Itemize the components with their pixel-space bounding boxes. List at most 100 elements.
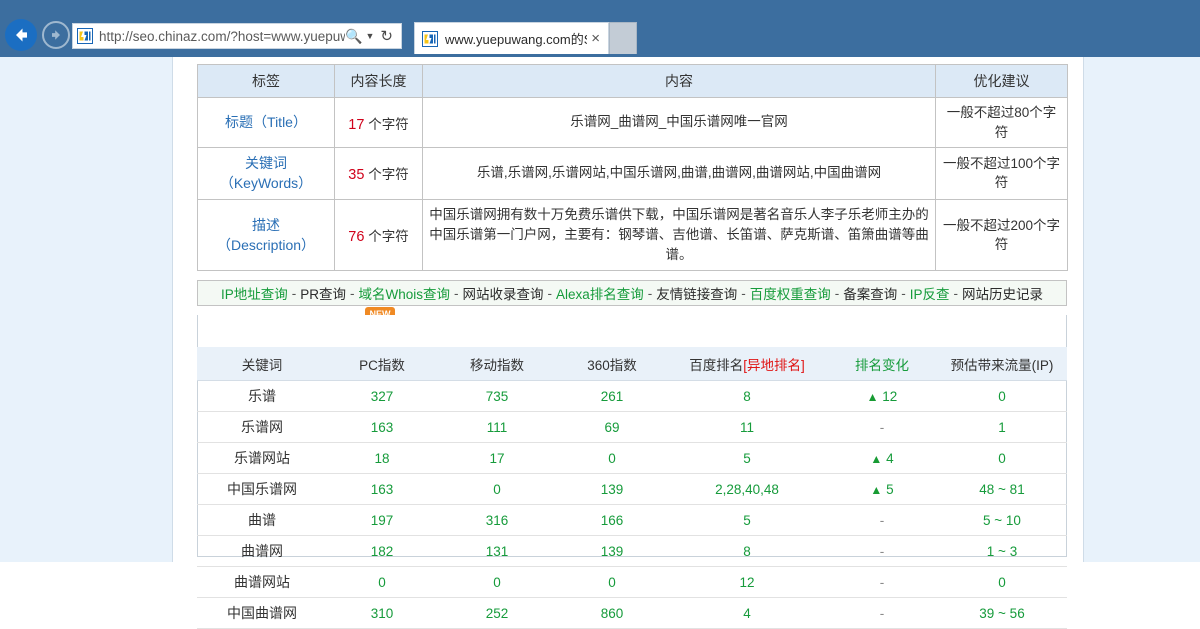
chevron-down-icon[interactable]: ▼ — [366, 31, 375, 41]
keyword-name-cell[interactable]: 中国乐谱网 — [197, 474, 327, 505]
seo-tool-link[interactable]: 备案查询 — [843, 283, 897, 303]
meta-header-tag: 标签 — [198, 65, 335, 98]
keyword-table-header-cell: 百度排名[异地排名] — [667, 347, 827, 381]
keyword-table-header-row: 关键词PC指数移动指数360指数百度排名[异地排名]排名变化预估带来流量(IP) — [197, 347, 1067, 381]
s360-index-cell: 0 — [557, 443, 667, 474]
arrow-up-icon: ▲ — [870, 452, 882, 466]
s360-index-cell: 166 — [557, 505, 667, 536]
seo-tool-link[interactable]: 百度权重查询 — [750, 283, 831, 303]
mobile-index-cell: 0 — [437, 567, 557, 598]
estimated-traffic-cell: 0 — [937, 381, 1067, 412]
browser-tab[interactable]: www.yuepuwang.com的S... × — [414, 22, 609, 54]
seo-tool-link[interactable]: 网站收录查询 — [463, 283, 544, 303]
keyword-table-header-cell: 移动指数 — [437, 347, 557, 381]
keyword-name-cell[interactable]: 曲谱网站 — [197, 567, 327, 598]
keyword-name-cell[interactable]: 中国曲谱网 — [197, 598, 327, 629]
meta-row-tip: 一般不超过100个字符 — [936, 148, 1068, 200]
chinaz-favicon-icon — [422, 31, 438, 47]
meta-table-row: 标题（Title）17 个字符乐谱网_曲谱网_中国乐谱网唯一官网一般不超过80个… — [198, 98, 1068, 148]
close-icon[interactable]: × — [587, 31, 604, 46]
seo-tools-links-bar: IP地址查询-PR查询-域名Whois查询-网站收录查询-Alexa排名查询-友… — [197, 280, 1067, 306]
chinaz-favicon-icon — [77, 28, 93, 44]
meta-header-length: 内容长度 — [335, 65, 423, 98]
pc-index-cell: 327 — [327, 381, 437, 412]
meta-row-content: 乐谱网_曲谱网_中国乐谱网唯一官网 — [423, 98, 936, 148]
address-bar[interactable]: http://seo.chinaz.com/?host=www.yuepuwan… — [72, 23, 402, 49]
seo-tool-link[interactable]: 网站历史记录 — [962, 283, 1043, 303]
browser-tab-title: www.yuepuwang.com的S... — [445, 29, 587, 48]
mobile-index-cell: 316 — [437, 505, 557, 536]
link-separator: - — [288, 286, 301, 301]
keyword-table-header-cell: 预估带来流量(IP) — [937, 347, 1067, 381]
seo-tool-link[interactable]: IP地址查询 — [221, 283, 288, 303]
table-row: 乐谱3277352618▲ 120 — [197, 381, 1067, 412]
rank-change-cell: - — [827, 567, 937, 598]
baidu-rank-cell: 12 — [667, 567, 827, 598]
link-separator: - — [831, 286, 844, 301]
meta-row-length: 17 个字符 — [335, 98, 423, 148]
browser-chrome: http://seo.chinaz.com/?host=www.yuepuwan… — [0, 0, 1200, 57]
meta-row-length: 35 个字符 — [335, 148, 423, 200]
rank-change-cell: ▲ 4 — [827, 443, 937, 474]
keyword-name-cell[interactable]: 乐谱 — [197, 381, 327, 412]
link-separator: - — [346, 286, 359, 301]
meta-row-tip: 一般不超过80个字符 — [936, 98, 1068, 148]
baidu-rank-cell: 5 — [667, 443, 827, 474]
s360-index-cell: 860 — [557, 598, 667, 629]
seo-tool-link[interactable]: PR查询 — [300, 283, 346, 303]
meta-table-row: 描述（Description）76 个字符中国乐谱网拥有数十万免费乐谱供下载，中… — [198, 199, 1068, 271]
search-icon[interactable]: 🔍 — [345, 28, 362, 45]
seo-tool-link[interactable]: Alexa排名查询 — [556, 283, 644, 303]
seo-meta-table: 标签 内容长度 内容 优化建议 标题（Title）17 个字符乐谱网_曲谱网_中… — [197, 64, 1068, 271]
baidu-rank-cell: 4 — [667, 598, 827, 629]
s360-index-cell: 261 — [557, 381, 667, 412]
mobile-index-cell: 17 — [437, 443, 557, 474]
forward-arrow-icon — [48, 27, 64, 43]
baidu-rank-cell: 11 — [667, 412, 827, 443]
back-button[interactable] — [5, 19, 37, 51]
pc-index-cell: 163 — [327, 412, 437, 443]
estimated-traffic-cell: 39 ~ 56 — [937, 598, 1067, 629]
back-arrow-icon — [11, 25, 31, 45]
mobile-index-cell: 735 — [437, 381, 557, 412]
pc-index-cell: 310 — [327, 598, 437, 629]
s360-index-cell: 139 — [557, 474, 667, 505]
estimated-traffic-cell: 48 ~ 81 — [937, 474, 1067, 505]
keyword-name-cell[interactable]: 乐谱网 — [197, 412, 327, 443]
keyword-name-cell[interactable]: 乐谱网站 — [197, 443, 327, 474]
seo-tool-link[interactable]: 域名Whois查询 — [358, 283, 450, 303]
new-tab-button[interactable] — [609, 22, 637, 54]
keyword-table-header-cell: 360指数 — [557, 347, 667, 381]
address-bar-text: http://seo.chinaz.com/?host=www.yuepuwan — [99, 29, 345, 44]
mobile-index-cell: 0 — [437, 474, 557, 505]
meta-header-content: 内容 — [423, 65, 936, 98]
tab-strip: www.yuepuwang.com的S... × — [414, 22, 637, 57]
link-separator: - — [737, 286, 750, 301]
s360-index-cell: 0 — [557, 567, 667, 598]
meta-row-label[interactable]: 关键词（KeyWords） — [198, 148, 335, 200]
meta-row-label[interactable]: 标题（Title） — [198, 98, 335, 148]
estimated-traffic-cell: 1 — [937, 412, 1067, 443]
arrow-up-icon: ▲ — [870, 483, 882, 497]
rank-change-cell: - — [827, 412, 937, 443]
estimated-traffic-cell: 0 — [937, 443, 1067, 474]
mobile-index-cell: 252 — [437, 598, 557, 629]
seo-tool-link[interactable]: IP反查 — [910, 283, 950, 303]
rank-change-cell: - — [827, 598, 937, 629]
rank-change-cell: ▲ 12 — [827, 381, 937, 412]
keyword-name-cell[interactable]: 曲谱 — [197, 505, 327, 536]
mobile-index-cell: 111 — [437, 412, 557, 443]
estimated-traffic-cell: 5 ~ 10 — [937, 505, 1067, 536]
pc-index-cell: 0 — [327, 567, 437, 598]
forward-button[interactable] — [42, 21, 70, 49]
keyword-table-header-cell: PC指数 — [327, 347, 437, 381]
rank-change-cell: - — [827, 505, 937, 536]
meta-row-label[interactable]: 描述（Description） — [198, 199, 335, 271]
refresh-icon[interactable]: ↻ — [380, 27, 393, 45]
table-row: 中国乐谱网16301392,28,40,48▲ 548 ~ 81 — [197, 474, 1067, 505]
seo-tool-link[interactable]: 友情链接查询 — [656, 283, 737, 303]
table-row: 曲谱1973161665-5 ~ 10 — [197, 505, 1067, 536]
meta-row-tip: 一般不超过200个字符 — [936, 199, 1068, 271]
arrow-up-icon: ▲ — [867, 390, 879, 404]
keyword-table-header-cell: 关键词 — [197, 347, 327, 381]
